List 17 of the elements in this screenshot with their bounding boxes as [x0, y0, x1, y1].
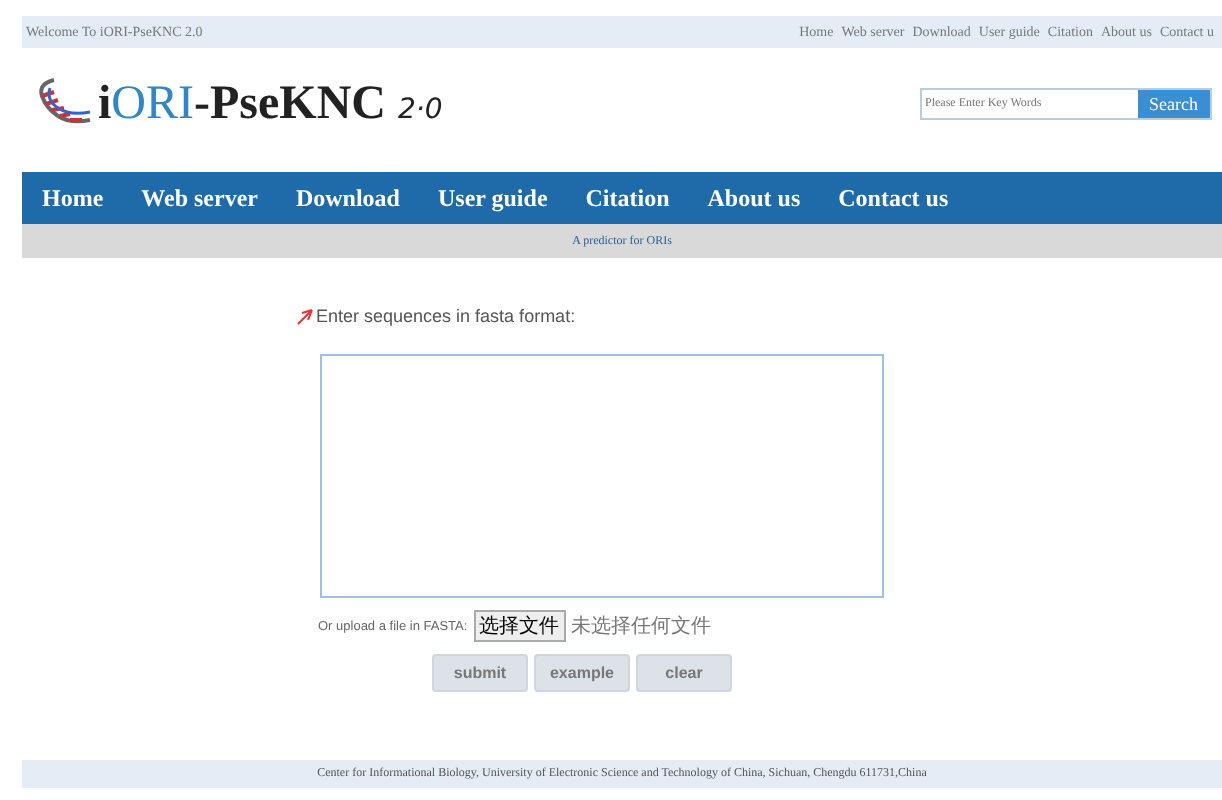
- file-status-text: 未选择任何文件: [571, 613, 712, 640]
- arrow-icon: [296, 307, 314, 325]
- nav-link[interactable]: Download: [295, 183, 400, 213]
- nav-link[interactable]: Citation: [585, 183, 670, 213]
- sequence-input-field[interactable]: [320, 354, 884, 598]
- nav-link[interactable]: Web server: [141, 183, 258, 213]
- nav-link[interactable]: User guide: [437, 183, 548, 213]
- form-button[interactable]: clear: [636, 654, 732, 692]
- nav-link[interactable]: Contact us: [838, 183, 949, 213]
- prompt-label: Enter sequences in fasta format:: [316, 306, 576, 326]
- search-button[interactable]: Search: [1137, 90, 1210, 118]
- site-logo-text: iORI-PseKNC 2·0: [98, 77, 443, 131]
- choose-file-button[interactable]: 选择文件: [473, 610, 566, 642]
- form-button[interactable]: example: [534, 654, 630, 692]
- nav-link[interactable]: About us: [707, 183, 801, 213]
- form-button[interactable]: submit: [432, 654, 528, 692]
- nav-link[interactable]: Home: [42, 183, 104, 213]
